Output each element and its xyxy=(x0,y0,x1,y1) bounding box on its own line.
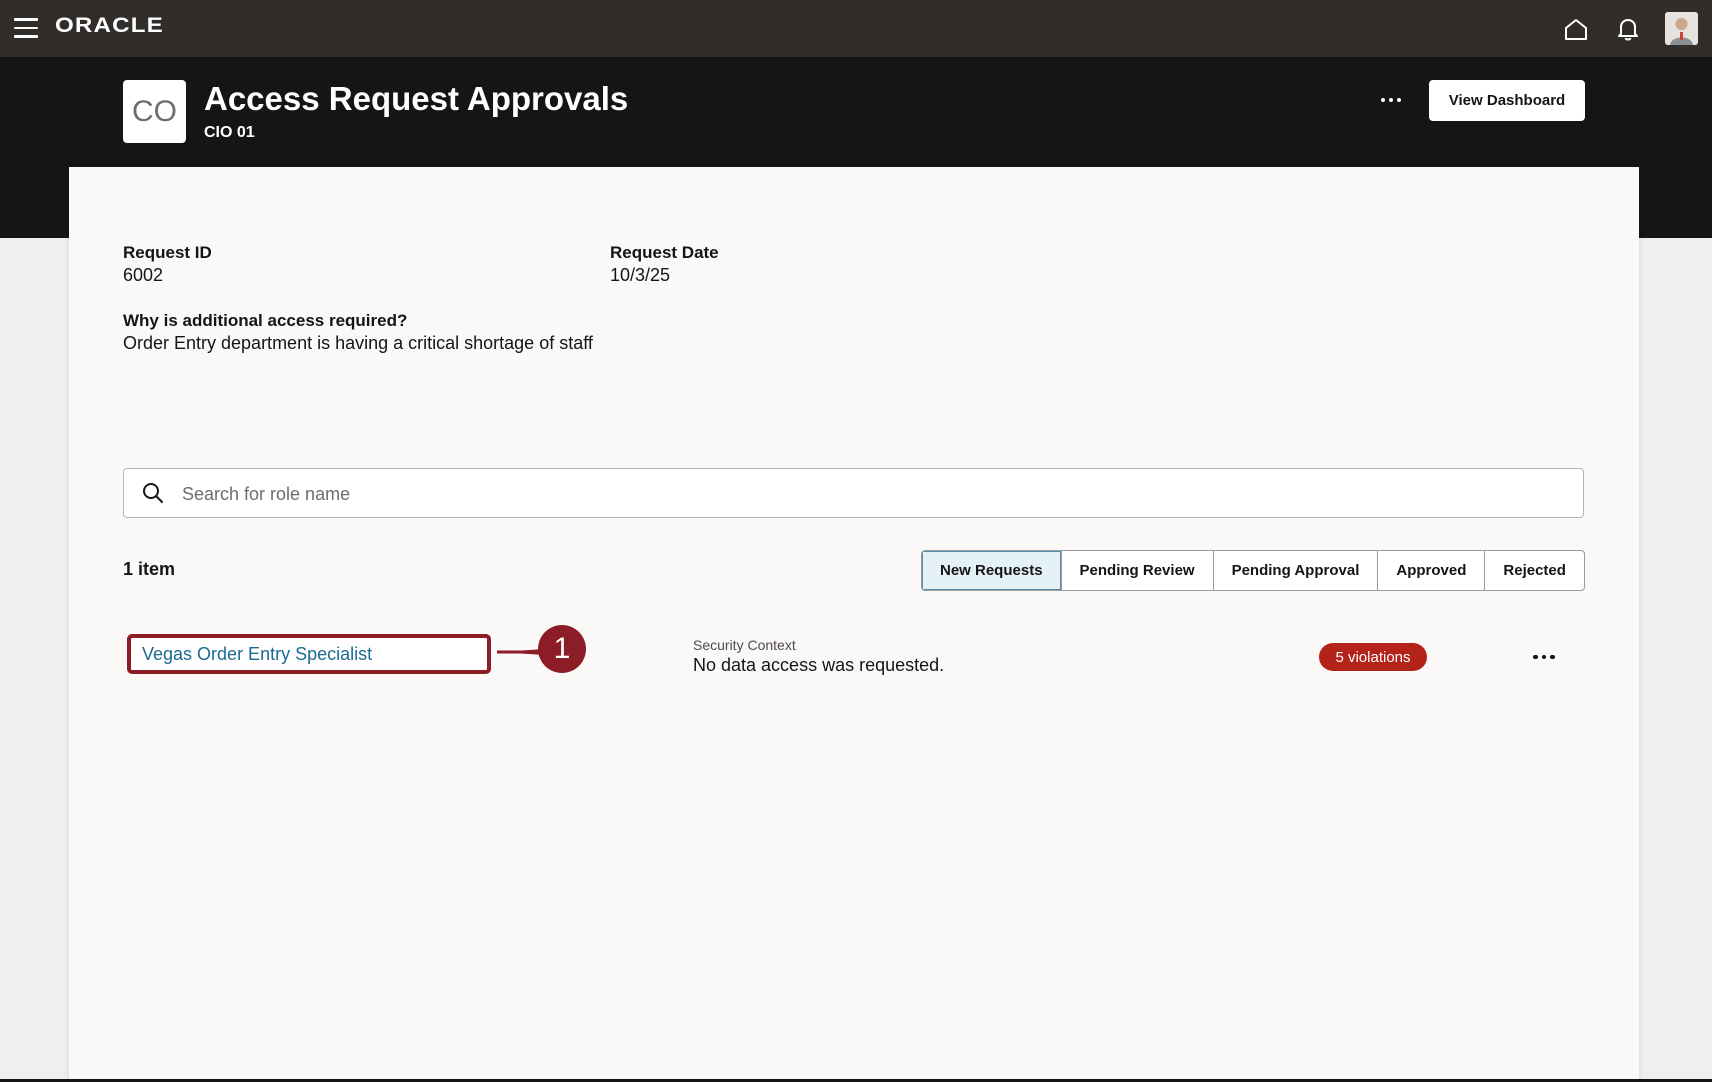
request-details-card: Request ID 6002 Request Date 10/3/25 Why… xyxy=(69,167,1639,1082)
callout-step-number: 1 xyxy=(538,625,586,673)
search-icon xyxy=(143,483,163,503)
global-header: ORACLE xyxy=(0,0,1712,57)
header-actions xyxy=(1561,12,1698,45)
hamburger-menu-icon[interactable] xyxy=(14,18,38,38)
security-context-value: No data access was requested. xyxy=(693,655,945,675)
request-id-label: Request ID xyxy=(123,243,212,262)
reason-label: Why is additional access required? xyxy=(123,311,408,330)
status-tabs: New Requests Pending Review Pending Appr… xyxy=(921,550,1585,591)
app-logo-tile: CO xyxy=(123,80,186,143)
item-count: 1 item xyxy=(123,559,176,579)
role-search-box xyxy=(123,468,1584,518)
request-date-label: Request Date xyxy=(610,243,719,262)
reason-value: Order Entry department is having a criti… xyxy=(123,333,593,353)
tab-rejected[interactable]: Rejected xyxy=(1485,551,1584,590)
page-subtitle: CIO 01 xyxy=(204,124,255,141)
tab-pending-review[interactable]: Pending Review xyxy=(1062,551,1214,590)
oracle-logo: ORACLE xyxy=(55,14,164,37)
tab-new-requests[interactable]: New Requests xyxy=(922,551,1062,590)
tab-approved[interactable]: Approved xyxy=(1378,551,1486,590)
role-name-link[interactable]: Vegas Order Entry Specialist xyxy=(127,634,491,674)
user-avatar[interactable] xyxy=(1665,12,1698,45)
view-dashboard-button[interactable]: View Dashboard xyxy=(1429,80,1585,121)
home-icon[interactable] xyxy=(1561,14,1591,44)
request-date-value: 10/3/25 xyxy=(610,265,671,285)
row-actions-icon[interactable] xyxy=(1528,645,1560,669)
security-context-label: Security Context xyxy=(693,637,796,653)
bell-icon[interactable] xyxy=(1613,14,1643,44)
request-id-value: 6002 xyxy=(123,265,164,285)
search-input[interactable] xyxy=(182,481,1562,507)
violations-badge[interactable]: 5 violations xyxy=(1319,643,1427,671)
tab-pending-approval[interactable]: Pending Approval xyxy=(1214,551,1379,590)
more-actions-icon[interactable] xyxy=(1376,88,1406,112)
page-title: Access Request Approvals xyxy=(204,80,629,117)
